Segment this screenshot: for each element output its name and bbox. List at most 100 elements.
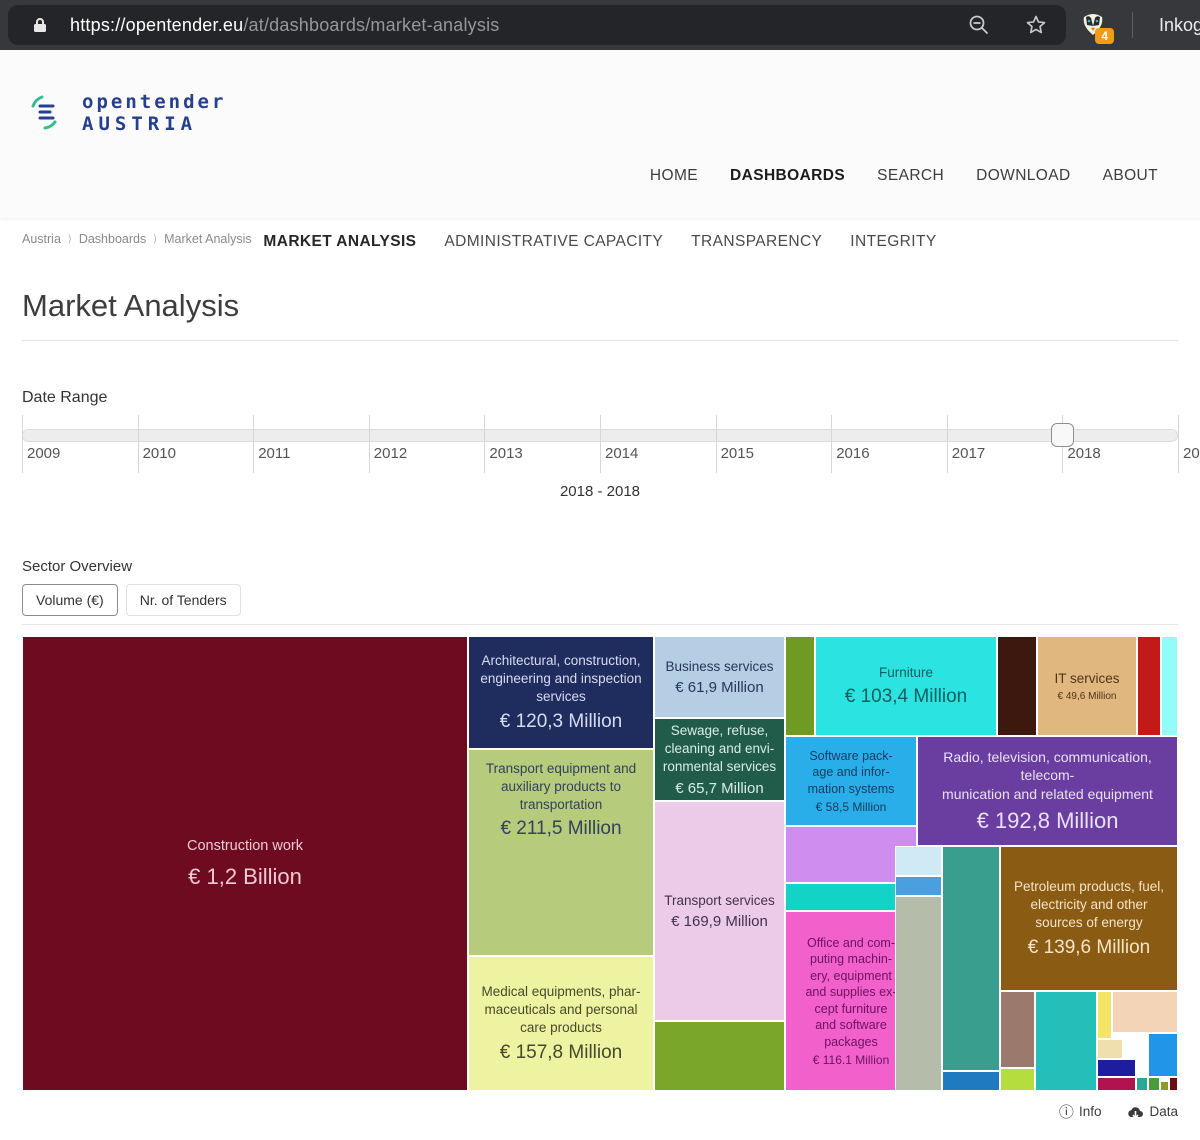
treemap-cell-unlabeled-darkbrown[interactable] [997,636,1037,736]
subnav-transparency[interactable]: TRANSPARENCY [691,233,822,251]
cloud-download-icon [1127,1105,1144,1119]
bookmark-star-icon[interactable] [1024,13,1048,37]
treemap-cell-unlabeled-navy[interactable] [1097,1059,1136,1077]
treemap-cell-unlabeled-paleblue[interactable] [895,846,942,876]
nav-about[interactable]: ABOUT [1103,167,1158,185]
treemap-cell-furniture[interactable]: Furniture€ 103,4 Million [815,636,997,736]
logo-text-opentender: opentender [82,91,226,113]
treemap-cell-radio-television[interactable]: Radio, television, communication, teleco… [917,736,1178,846]
privacy-badger-extension-icon[interactable]: 4 [1080,12,1106,38]
logo-text-country: AUSTRIA [82,113,226,135]
slider-year-label: 2011 [258,445,290,462]
treemap-cell-value: € 120,3 Million [500,711,623,733]
treemap-cell-value: € 65,7 Million [675,780,763,797]
treemap-cell-unlabeled-blue-med[interactable] [1148,1033,1178,1077]
treemap-cell-value: € 211,5 Million [500,818,621,840]
chart-mode-toggles: Volume (€) Nr. of Tenders [22,584,1178,616]
slider-tick [1178,415,1179,473]
date-slider-handle[interactable] [1051,423,1074,447]
treemap-cell-unlabeled-magenta[interactable] [1097,1077,1136,1091]
treemap-cell-unlabeled-peach[interactable] [1112,991,1178,1033]
treemap-cell-value: € 103,4 Million [845,686,968,708]
profile-label: Inkognito [1159,15,1200,36]
treemap-cell-architectural-services[interactable]: Architectural, construction, engineering… [468,636,654,749]
treemap-cell-unlabeled-cream[interactable] [1097,1039,1123,1059]
treemap-cell-value: € 116.1 Million [813,1053,890,1067]
treemap-cell-unlabeled-blue-bottom[interactable] [942,1071,1000,1091]
treemap-cell-label: Sewage, refuse, cleaning and envi- ronme… [663,722,776,775]
treemap-cell-label: Architectural, construction, engineering… [480,652,641,705]
slider-year-label: 2014 [605,445,638,462]
info-button[interactable]: ⓘ Info [1059,1101,1102,1122]
subnav-administrative-capacity[interactable]: ADMINISTRATIVE CAPACITY [444,233,663,251]
zoom-out-icon[interactable] [968,14,990,36]
treemap-cell-construction-work[interactable]: Construction work€ 1,2 Billion [22,636,468,1091]
info-icon: ⓘ [1059,1101,1074,1122]
slider-year-label: 2010 [143,445,176,462]
treemap-cell-unlabeled-teal-sm[interactable] [1136,1077,1148,1091]
slider-tick [138,415,139,473]
nav-dashboards[interactable]: DASHBOARDS [730,167,845,185]
treemap-cell-transport-equipment[interactable]: Transport equipment and auxiliary produc… [468,749,654,956]
slider-year-label: 2018 [1067,445,1100,462]
chart-footer: ⓘ Info Data [22,1101,1178,1122]
slider-year-label: 2017 [952,445,985,462]
slider-tick [947,415,948,473]
treemap-cell-unlabeled-yellow[interactable] [1097,991,1112,1039]
treemap-cell-unlabeled-bigteal[interactable] [1035,991,1097,1091]
date-range-label: Date Range [22,389,1178,407]
opentender-logo-icon [28,90,72,136]
nav-download[interactable]: DOWNLOAD [976,167,1070,185]
treemap-cell-label: Radio, television, communication, teleco… [918,748,1177,803]
subnav-integrity[interactable]: INTEGRITY [850,233,936,251]
treemap-cell-label: Office and com- puting machin- ery, equi… [805,935,896,1051]
url-text[interactable]: https://opentender.eu/at/dashboards/mark… [70,15,499,36]
treemap-cell-label: Transport services [664,892,775,910]
treemap-cell-unlabeled-red[interactable] [1137,636,1161,736]
treemap-cell-unlabeled-olive-sm[interactable] [1160,1081,1169,1091]
treemap-cell-medical-equipments[interactable]: Medical equipments, phar- maceuticals an… [468,956,654,1091]
treemap-cell-unlabeled-blue-sliver[interactable] [895,876,942,896]
treemap-cell-unlabeled-lime[interactable] [1000,1068,1035,1091]
treemap-cell-unlabeled-mauve[interactable] [1000,991,1035,1068]
address-bar[interactable]: https://opentender.eu/at/dashboards/mark… [8,5,1066,45]
treemap-cell-label: IT services [1054,670,1119,688]
sector-overview-chart: Construction work€ 1,2 BillionArchitectu… [22,624,1178,1122]
treemap-cell-unlabeled-graygreen[interactable] [895,896,942,1091]
treemap-cell-unlabeled-teal-col[interactable] [942,846,1000,1071]
treemap-cell-label: Business services [665,658,773,676]
treemap-cell-label: Petroleum products, fuel, electricity an… [1014,878,1164,931]
lock-icon [32,17,48,33]
nav-home[interactable]: HOME [650,167,698,185]
browser-chrome: https://opentender.eu/at/dashboards/mark… [0,0,1200,50]
opentender-logo[interactable]: opentender AUSTRIA [28,90,226,136]
slider-year-label: 2009 [27,445,60,462]
slider-tick [716,415,717,473]
treemap-cell-unlabeled-olive-bottom[interactable] [654,1021,785,1091]
toggle-tenders-button[interactable]: Nr. of Tenders [126,584,241,616]
treemap-cell-unlabeled-olive-top[interactable] [785,636,815,736]
info-label: Info [1079,1104,1102,1119]
treemap-cell-value: € 49,6 Million [1058,691,1117,702]
treemap-cell-transport-services[interactable]: Transport services € 169,9 Million [654,801,785,1021]
slider-tick [831,415,832,473]
site-header: opentender AUSTRIA HOME DASHBOARDS SEARC… [0,50,1200,218]
dashboard-subnav: MARKET ANALYSIS ADMINISTRATIVE CAPACITY … [0,233,1200,251]
nav-search[interactable]: SEARCH [877,167,944,185]
treemap-cell-it-services[interactable]: IT services € 49,6 Million [1037,636,1137,736]
slider-year-label: 2012 [374,445,407,462]
subnav-market-analysis[interactable]: MARKET ANALYSIS [263,233,416,251]
data-download-button[interactable]: Data [1127,1104,1178,1119]
date-slider[interactable]: 2009201020112012201320142015201620172018… [22,415,1178,473]
treemap-cell-unlabeled-darkred-sm[interactable] [1169,1077,1178,1091]
treemap-cell-value: € 169,9 Million [671,913,768,930]
treemap-cell-business-services[interactable]: Business services€ 61,9 Million [654,636,785,718]
treemap-cell-value: € 139,6 Million [1028,937,1151,959]
treemap-cell-software-package[interactable]: Software pack- age and infor- mation sys… [785,736,917,826]
treemap-cell-unlabeled-green-sm[interactable] [1148,1077,1160,1091]
treemap-cell-unlabeled-aqua[interactable] [1161,636,1178,736]
treemap-cell-petroleum-products[interactable]: Petroleum products, fuel, electricity an… [1000,846,1178,991]
toggle-volume-button[interactable]: Volume (€) [22,584,118,616]
slider-year-label: 2013 [489,445,522,462]
treemap-cell-sewage-refuse[interactable]: Sewage, refuse, cleaning and envi- ronme… [654,718,785,801]
